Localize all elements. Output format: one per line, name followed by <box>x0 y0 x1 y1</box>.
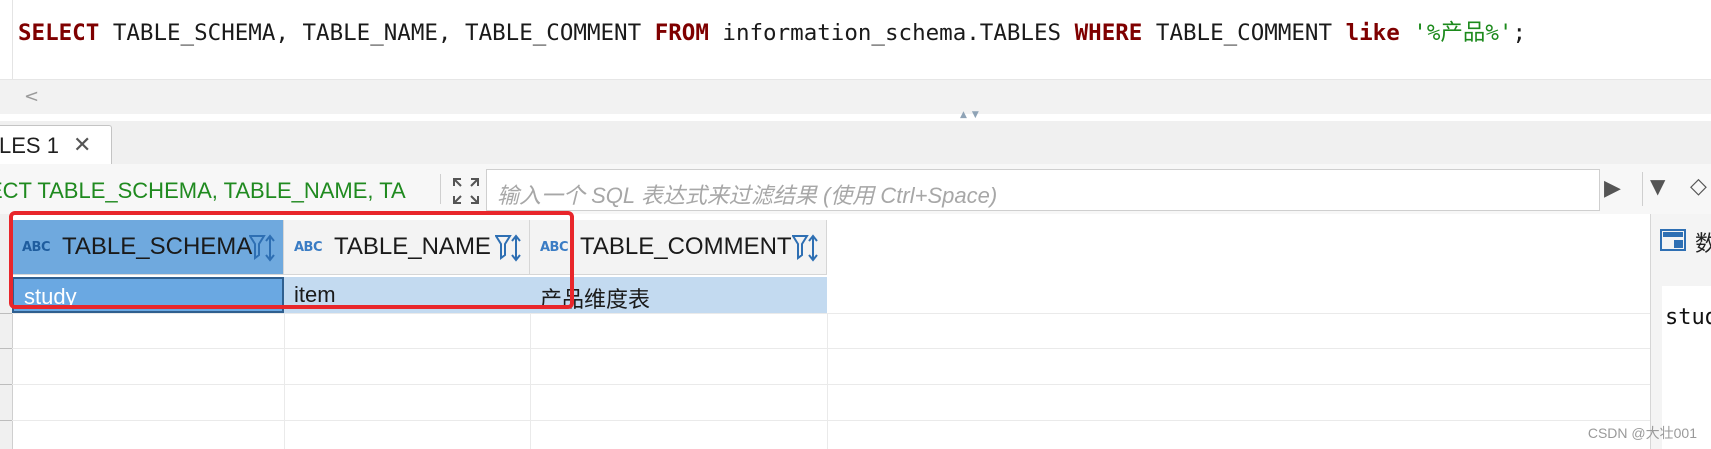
grid-line <box>284 313 285 449</box>
filter-separator <box>440 174 441 204</box>
column-header-table-schema[interactable]: ABC TABLE_SCHEMA <box>12 220 284 275</box>
filter-sort-icon[interactable] <box>495 233 521 263</box>
apply-filter-icon[interactable]: ▶ <box>1604 176 1621 201</box>
scroll-left-icon[interactable]: < <box>24 86 39 107</box>
watermark: CSDN @大壮001 <box>1587 425 1697 441</box>
sql-keyword-where: WHERE <box>1074 20 1143 46</box>
grid-line <box>12 420 1650 421</box>
close-icon[interactable]: ✕ <box>73 133 91 158</box>
filter-bar: ECT TABLE_SCHEMA, TABLE_NAME, TA 输入一个 SQ… <box>0 164 1711 215</box>
filter-divider <box>1642 172 1643 206</box>
expand-icon[interactable] <box>451 176 481 206</box>
sql-table-ref: information_schema.TABLES <box>708 20 1075 46</box>
grid-line <box>12 348 1650 349</box>
sql-where-column: TABLE_COMMENT <box>1142 20 1346 46</box>
value-side-panel: 数 stud <box>1650 214 1711 449</box>
table-cell[interactable]: item <box>284 277 530 313</box>
tab-results[interactable]: LES 1 ✕ <box>0 125 112 165</box>
filter-sort-icon[interactable] <box>249 233 275 263</box>
row-number-tick <box>0 384 12 385</box>
sql-semicolon: ; <box>1512 20 1527 46</box>
filter-placeholder: 输入一个 SQL 表达式来过滤结果 (使用 Ctrl+Space) <box>497 183 998 208</box>
column-header-table-comment[interactable]: ABC TABLE_COMMENT <box>530 220 827 275</box>
type-badge-text-icon: ABC <box>22 240 51 255</box>
sql-string-literal: '%产品%' <box>1399 20 1513 46</box>
row-number-tick <box>0 348 12 349</box>
panel-tab-label[interactable]: 数 <box>1695 226 1711 258</box>
column-header-table-name[interactable]: ABC TABLE_NAME <box>284 220 530 275</box>
sql-keyword-select: SELECT <box>18 20 100 46</box>
sql-keyword-like: like <box>1345 20 1400 46</box>
query-text-label: ECT TABLE_SCHEMA, TABLE_NAME, TA <box>0 178 406 203</box>
grid-line <box>827 313 828 449</box>
results-tab-strip: LES 1 ✕ <box>0 121 1711 165</box>
value-viewer-text: stud <box>1665 305 1711 330</box>
table-cell[interactable]: 产品维度表 <box>530 277 827 313</box>
type-badge-text-icon: ABC <box>540 240 569 255</box>
table-cell-selected[interactable]: study <box>12 277 284 313</box>
filter-input[interactable]: 输入一个 SQL 表达式来过滤结果 (使用 Ctrl+Space) <box>486 169 1600 211</box>
row-number-tick <box>0 420 12 421</box>
filter-sort-icon[interactable] <box>792 233 818 263</box>
grid-line <box>12 384 1650 385</box>
column-header-label: TABLE_SCHEMA <box>62 233 253 260</box>
clear-filter-icon[interactable]: ◇ <box>1690 174 1707 199</box>
tab-results-label: LES 1 <box>0 133 59 158</box>
column-header-label: TABLE_COMMENT <box>580 233 792 260</box>
panel-view-icon[interactable] <box>1659 228 1689 254</box>
results-grid[interactable]: ABC TABLE_SCHEMA ABC TABLE_NAME ABC TABL… <box>0 214 1650 449</box>
sql-keyword-from: FROM <box>654 20 709 46</box>
editor-horizontal-scrollbar[interactable]: < <box>0 79 1711 114</box>
row-number-tick <box>0 313 12 314</box>
chevron-down-icon[interactable]: ▼ <box>1650 174 1665 198</box>
grid-line <box>530 313 531 449</box>
type-badge-text-icon: ABC <box>294 240 323 255</box>
sql-select-list: TABLE_SCHEMA, TABLE_NAME, TABLE_COMMENT <box>99 20 655 46</box>
grid-line <box>12 313 1650 314</box>
sql-editor[interactable]: SELECT TABLE_SCHEMA, TABLE_NAME, TABLE_C… <box>0 0 1711 78</box>
column-header-label: TABLE_NAME <box>334 233 491 260</box>
sql-line[interactable]: SELECT TABLE_SCHEMA, TABLE_NAME, TABLE_C… <box>18 15 1526 47</box>
panel-splitter-icon[interactable]: ▲▼ <box>960 111 984 120</box>
